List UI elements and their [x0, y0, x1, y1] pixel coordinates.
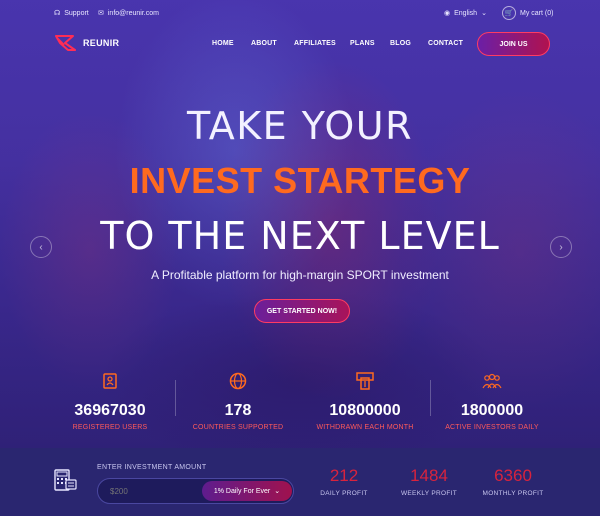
profit-value: 1484: [410, 466, 448, 485]
plan-select-dropdown[interactable]: 1% Daily For Ever ⌄: [202, 481, 292, 501]
hero-tagline: A Profitable platform for high-margin SP…: [151, 268, 449, 282]
email-text: info@reunir.com: [107, 10, 159, 17]
language-label: English: [454, 10, 478, 17]
get-started-button[interactable]: GET STARTED NOW!: [254, 299, 350, 323]
hero-title-line-3: TO THE NEXT LEVEL: [100, 214, 500, 258]
stat-value: 36967030: [74, 402, 146, 419]
nav-blog[interactable]: BLOG: [390, 40, 411, 47]
headset-icon: ☊: [54, 10, 61, 17]
investment-amount-input[interactable]: [110, 479, 190, 503]
daily-profit: 212 DAILY PROFIT: [309, 466, 379, 497]
plan-select-value: 1% Daily For Ever: [213, 487, 271, 495]
stat-value: 1800000: [460, 402, 524, 419]
stat-value: 10800000: [329, 402, 401, 419]
top-bar: ☊ Support ✉ info@reunir.com ◉ English ⌄ …: [0, 6, 600, 22]
cart-label: My cart (0): [520, 10, 554, 17]
globe-icon: [229, 372, 247, 390]
nav-home[interactable]: HOME: [212, 40, 234, 47]
brand-name: REUNIR: [83, 38, 120, 48]
cart-icon[interactable]: 🛒: [502, 6, 516, 20]
email-link[interactable]: ✉ info@reunir.com: [98, 10, 159, 17]
nav-contact[interactable]: CONTACT: [428, 40, 463, 47]
support-label: Support: [64, 10, 89, 17]
language-selector[interactable]: ◉ English ⌄: [444, 10, 487, 17]
chevron-down-icon: ⌄: [274, 488, 281, 495]
brand-logo[interactable]: REUNIR: [55, 34, 119, 52]
nav-affiliates[interactable]: AFFILIATES: [294, 40, 336, 47]
envelope-icon: ✉: [98, 10, 104, 17]
investors-icon: [482, 373, 502, 389]
withdraw-icon: [356, 372, 374, 390]
hero-title-line-2: INVEST STARTEGY: [129, 160, 471, 201]
profit-value: 6360: [494, 466, 532, 485]
chevron-down-icon: ⌄: [481, 10, 487, 17]
profit-value: 212: [329, 466, 359, 485]
stat-countries: 178 COUNTRIES SUPPORTED: [168, 372, 308, 431]
calculator-icon: [54, 469, 77, 491]
stat-label: ACTIVE INVESTORS DAILY: [445, 424, 539, 431]
nav-about[interactable]: ABOUT: [251, 40, 277, 47]
stat-label: REGISTERED USERS: [72, 424, 148, 431]
nav-plans[interactable]: PLANS: [350, 40, 375, 47]
monthly-profit: 6360 MONTHLY PROFIT: [478, 466, 548, 497]
stat-active-investors: 1800000 ACTIVE INVESTORS DAILY: [422, 372, 562, 431]
hero-section: ☊ Support ✉ info@reunir.com ◉ English ⌄ …: [0, 0, 600, 448]
stat-value: 178: [224, 402, 252, 419]
stat-label: COUNTRIES SUPPORTED: [192, 424, 284, 431]
globe-small-icon: ◉: [444, 10, 451, 17]
profit-label: DAILY PROFIT: [320, 490, 368, 497]
investment-amount-label: ENTER INVESTMENT AMOUNT: [97, 464, 207, 471]
weekly-profit: 1484 WEEKLY PROFIT: [394, 466, 464, 497]
stat-registered-users: 36967030 REGISTERED USERS: [40, 372, 180, 431]
support-link[interactable]: ☊ Support: [54, 10, 89, 17]
logo-icon: [55, 35, 76, 51]
stat-withdrawn: 10800000 WITHDRAWN EACH MONTH: [295, 372, 435, 431]
hero-title-line-1: TAKE YOUR: [186, 104, 414, 148]
profit-label: MONTHLY PROFIT: [482, 490, 544, 497]
users-icon: [103, 373, 117, 389]
join-us-button[interactable]: JOIN US: [477, 32, 550, 56]
profit-label: WEEKLY PROFIT: [400, 490, 458, 497]
stat-label: WITHDRAWN EACH MONTH: [316, 424, 414, 431]
cart-link[interactable]: My cart (0): [520, 10, 553, 17]
investment-amount-field: 1% Daily For Ever ⌄: [97, 478, 294, 504]
